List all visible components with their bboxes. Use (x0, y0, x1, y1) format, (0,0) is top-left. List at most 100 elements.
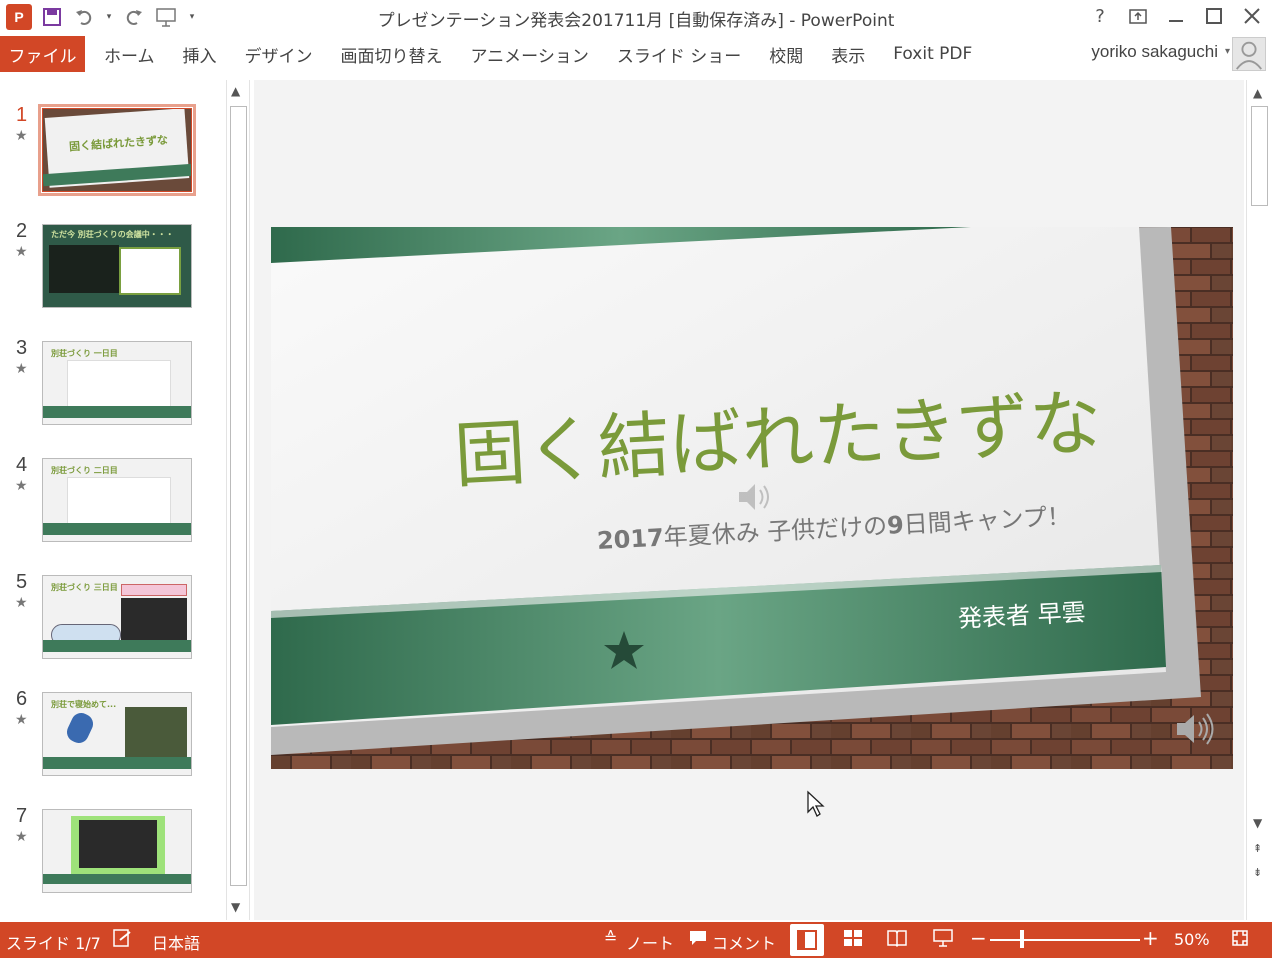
fit-slide-icon[interactable] (1230, 928, 1250, 953)
thumbnail-item-5[interactable]: 5 ★ 別荘づくり 三日目 (0, 571, 230, 671)
zoom-level[interactable]: 50% (1174, 930, 1210, 949)
thumb-note (121, 584, 187, 596)
quick-access-toolbar: P ▾ ▾ (6, 4, 198, 30)
animation-star-icon: ★ (15, 829, 28, 845)
help-icon[interactable]: ? (1088, 4, 1112, 28)
scroll-up-icon[interactable]: ▲ (1253, 86, 1262, 100)
close-icon[interactable] (1240, 4, 1264, 28)
animation-star-icon: ★ (15, 595, 28, 611)
zoom-out-icon[interactable]: − (970, 926, 987, 950)
thumb-band (43, 640, 191, 652)
slide-thumbnail-pane: 1 ★ 固く結ばれたきずな 2 ★ ただ今 別荘づくりの会議中・・・ 3 ★ 別… (0, 80, 230, 920)
language-indicator[interactable]: 日本語 (152, 930, 200, 954)
scroll-up-icon[interactable]: ▲ (231, 84, 240, 98)
thumbnail-number: 1 (16, 104, 28, 126)
avatar[interactable] (1232, 37, 1266, 71)
comments-button[interactable]: コメント (712, 930, 776, 954)
ribbon-display-options-icon[interactable] (1126, 4, 1150, 28)
tab-slideshow[interactable]: スライド ショー (603, 36, 755, 72)
slide-thumbnail[interactable]: ただ今 別荘づくりの会議中・・・ (42, 224, 192, 308)
thumb-drawing (119, 247, 181, 295)
user-name[interactable]: yoriko sakaguchi (1091, 42, 1218, 62)
zoom-slider[interactable] (990, 939, 1140, 941)
minimize-icon[interactable] (1164, 4, 1188, 28)
spell-check-icon[interactable] (112, 928, 134, 953)
audio-icon[interactable] (733, 477, 773, 517)
thumb-band (43, 757, 191, 769)
tab-design[interactable]: デザイン (231, 36, 327, 72)
audio-icon[interactable] (1173, 709, 1217, 749)
slide-thumbnail[interactable]: 別荘で寝始めて... (42, 692, 192, 776)
zoom-slider-handle[interactable] (1020, 930, 1024, 948)
previous-slide-icon[interactable]: ⇞ (1253, 842, 1262, 855)
subtitle-year: 2017 (596, 523, 665, 555)
thumbnail-number: 6 (16, 688, 28, 710)
undo-dropdown-icon[interactable]: ▾ (104, 5, 114, 29)
tab-animations[interactable]: アニメーション (457, 36, 603, 72)
slide-thumbnail[interactable] (42, 809, 192, 893)
thumb-band (43, 406, 191, 418)
normal-view-button[interactable] (790, 924, 824, 956)
window-controls: ? (1088, 4, 1264, 28)
maximize-icon[interactable] (1202, 4, 1226, 28)
undo-icon[interactable] (72, 5, 96, 29)
tab-insert[interactable]: 挿入 (169, 36, 231, 72)
zoom-in-icon[interactable]: + (1142, 926, 1159, 950)
thumb-photo (121, 598, 187, 646)
slideshow-view-icon[interactable] (932, 928, 954, 953)
slide-canvas[interactable]: 固く結ばれたきずな 2017年夏休み 子供だけの9日間キャンプ！ 発表者 早雲 (271, 227, 1233, 769)
thumb-sleeping-bag (63, 709, 97, 747)
slide-thumbnail[interactable]: 固く結ばれたきずな (38, 104, 196, 196)
thumbnail-item-7[interactable]: 7 ★ (0, 805, 230, 905)
redo-icon[interactable] (122, 5, 146, 29)
title-bar: P ▾ ▾ プレゼンテーション発表会201711月 [自動保存済み] - Pow… (0, 0, 1272, 36)
thumbnail-item-4[interactable]: 4 ★ 別荘づくり 二日目 (0, 454, 230, 554)
thumbnail-item-6[interactable]: 6 ★ 別荘で寝始めて... (0, 688, 230, 788)
user-menu-caret-icon[interactable]: ▾ (1225, 46, 1230, 57)
tab-view[interactable]: 表示 (817, 36, 879, 72)
thumbnail-scrollbar[interactable]: ▲ ▼ (226, 80, 250, 920)
subtitle-number: 9 (886, 510, 905, 540)
next-slide-icon[interactable]: ⇟ (1253, 866, 1262, 879)
thumbnail-item-2[interactable]: 2 ★ ただ今 別荘づくりの会議中・・・ (0, 220, 230, 320)
customize-qat-icon[interactable]: ▾ (186, 5, 198, 29)
comment-icon[interactable] (688, 928, 708, 953)
slide-presenter[interactable]: 発表者 早雲 (957, 592, 1086, 634)
slide-thumbnail[interactable]: 別荘づくり 二日目 (42, 458, 192, 542)
slide-editor: 固く結ばれたきずな 2017年夏休み 子供だけの9日間キャンプ！ 発表者 早雲 (254, 80, 1244, 920)
scroll-down-icon[interactable]: ▼ (231, 900, 240, 914)
save-icon[interactable] (40, 5, 64, 29)
thumbnail-number: 7 (16, 805, 28, 827)
thumbnail-number: 2 (16, 220, 28, 242)
reading-view-icon[interactable] (886, 928, 908, 953)
thumbnail-number: 4 (16, 454, 28, 476)
editor-scrollbar[interactable]: ▲ ▼ ⇞ ⇟ (1246, 80, 1272, 920)
notes-icon[interactable]: ≙ (604, 928, 617, 947)
thumb-photo (79, 820, 157, 868)
tab-transitions[interactable]: 画面切り替え (327, 36, 457, 72)
tab-file[interactable]: ファイル (0, 36, 85, 72)
thumbnail-item-1[interactable]: 1 ★ 固く結ばれたきずな (0, 104, 230, 204)
mouse-cursor-icon (806, 790, 826, 822)
scrollbar-thumb[interactable] (1251, 106, 1268, 206)
scrollbar-thumb[interactable] (230, 106, 247, 886)
ribbon-tab-list: ホーム 挿入 デザイン 画面切り替え アニメーション スライド ショー 校閲 表… (90, 36, 986, 72)
thumb-band (43, 874, 191, 884)
thumbnail-title: 別荘づくり 一日目 (51, 349, 118, 358)
tab-home[interactable]: ホーム (90, 36, 169, 72)
animation-star-icon: ★ (15, 361, 28, 377)
thumb-photo (125, 707, 187, 763)
slide-sorter-view-icon[interactable] (842, 928, 864, 953)
presentation-icon[interactable] (154, 5, 178, 29)
slide-thumbnail[interactable]: 別荘づくり 三日目 (42, 575, 192, 659)
tab-foxit-pdf[interactable]: Foxit PDF (879, 36, 986, 72)
tab-review[interactable]: 校閲 (755, 36, 817, 72)
thumbnail-title: ただ今 別荘づくりの会議中・・・ (51, 230, 174, 239)
scroll-down-icon[interactable]: ▼ (1253, 816, 1262, 830)
powerpoint-logo-icon: P (6, 4, 32, 30)
notes-button[interactable]: ノート (626, 930, 674, 954)
thumbnail-number: 3 (16, 337, 28, 359)
slide-thumbnail[interactable]: 別荘づくり 一日目 (42, 341, 192, 425)
thumbnail-title: 別荘で寝始めて... (51, 700, 117, 709)
thumbnail-item-3[interactable]: 3 ★ 別荘づくり 一日目 (0, 337, 230, 437)
